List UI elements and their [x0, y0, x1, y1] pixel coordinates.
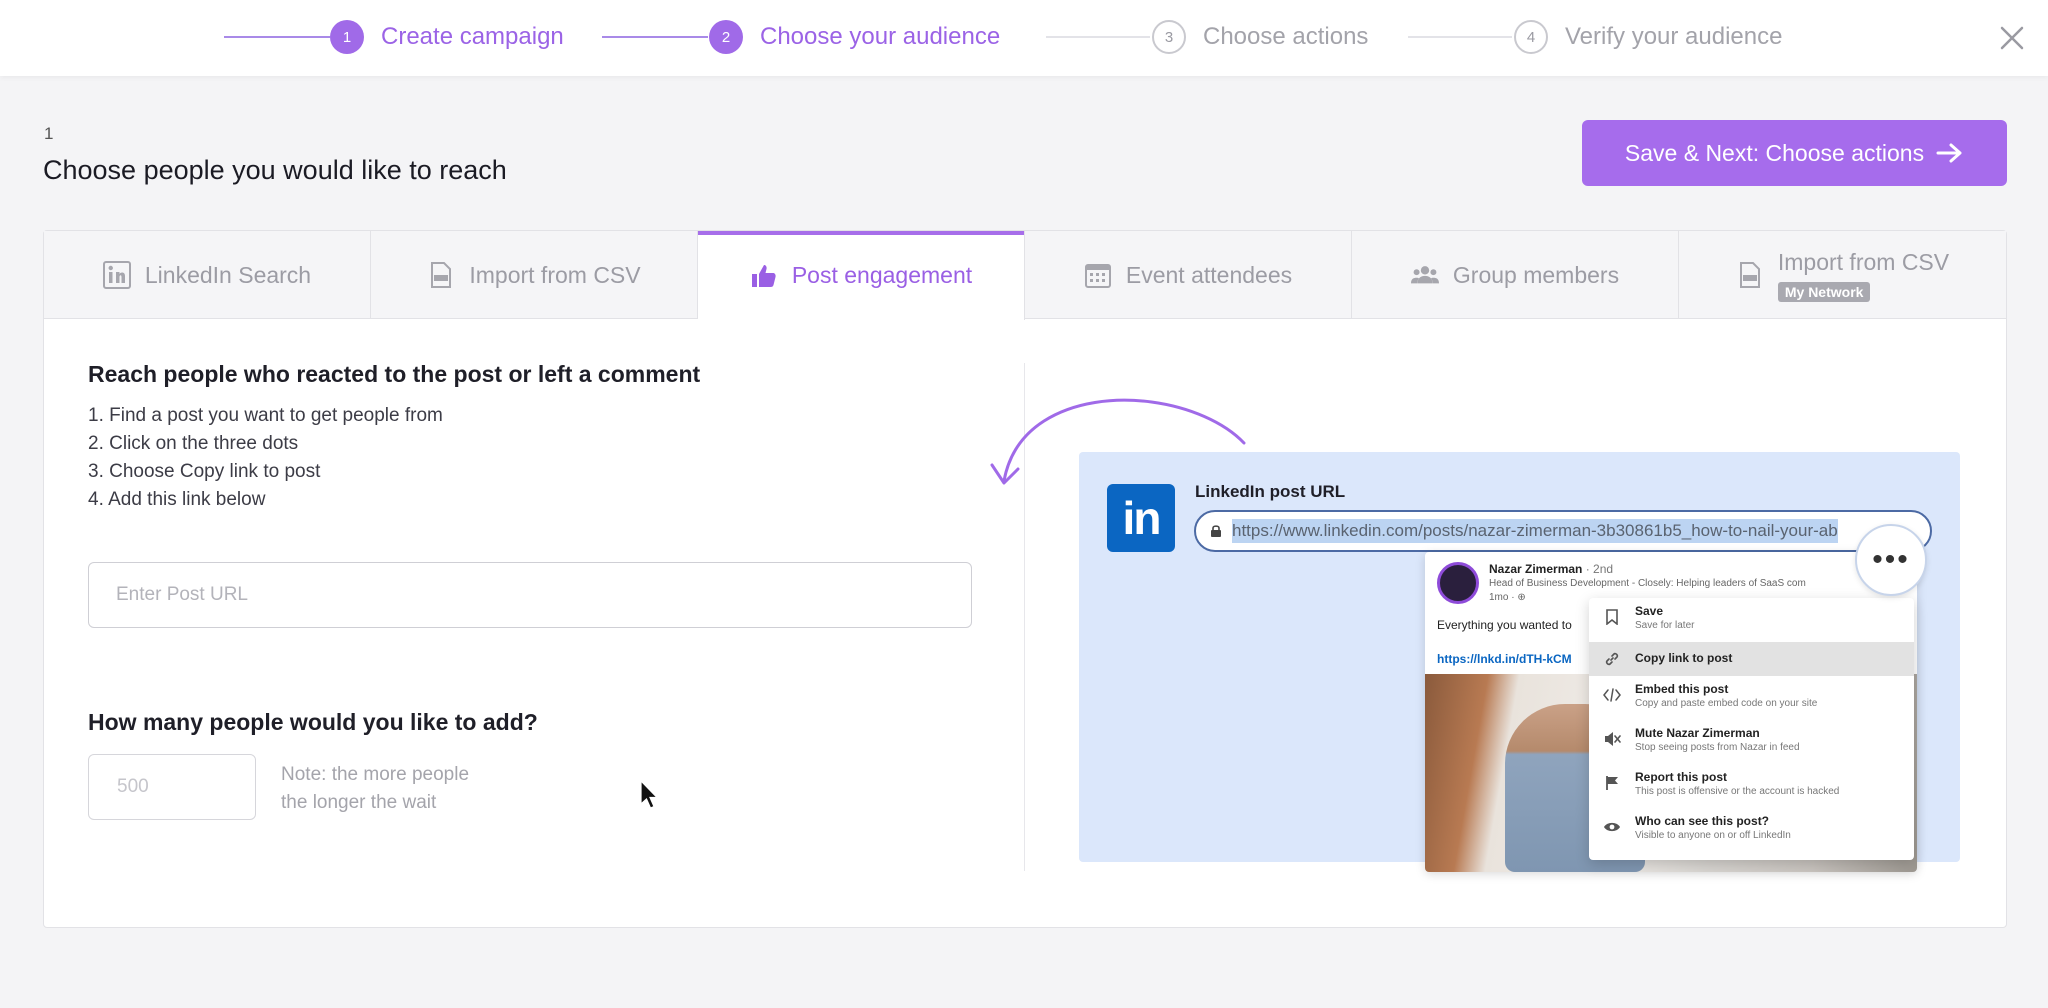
post-url-input[interactable] [88, 562, 972, 628]
menu-item-desc: Save for later [1635, 620, 1695, 631]
step-number: 3 [1152, 20, 1186, 54]
flag-icon [1603, 774, 1621, 792]
menu-item-embed: Embed this post Copy and paste embed cod… [1589, 676, 1914, 720]
post-author-headline: Head of Business Development - Closely: … [1489, 578, 1806, 589]
avatar [1437, 562, 1479, 604]
menu-item-title: Save [1635, 604, 1664, 618]
tab-label: Import from CSV [1777, 248, 1950, 275]
close-button[interactable] [1994, 20, 2030, 56]
bookmark-icon [1603, 608, 1621, 626]
mute-icon [1603, 730, 1621, 748]
post-link: https://lnkd.in/dTH-kCM [1437, 652, 1572, 666]
lock-icon [1211, 525, 1221, 537]
link-icon [1603, 650, 1621, 668]
menu-item-title: Mute Nazar Zimerman [1635, 726, 1760, 740]
arrow-right-icon [1936, 143, 1962, 163]
csv-file-icon [427, 261, 455, 289]
step-number: 2 [709, 20, 743, 54]
how-to-illustration: in LinkedIn post URL https://www.linkedi… [1079, 452, 1960, 872]
linkedin-url-label: LinkedIn post URL [1195, 482, 1346, 501]
menu-item-visibility: Who can see this post? Visible to anyone… [1589, 808, 1914, 852]
post-author: Nazar Zimerman · 2nd [1489, 562, 1613, 576]
linkedin-icon [102, 261, 131, 289]
menu-item-title: Embed this post [1635, 682, 1729, 696]
instruction-item: 4. Add this link below [88, 489, 266, 510]
tab-import-csv-my-network[interactable]: Import from CSV My Network [1679, 231, 2006, 319]
post-options-menu: Save Save for later Copy link to post Em… [1589, 598, 1914, 860]
tab-label: Import from CSV [469, 261, 641, 288]
tab-import-csv[interactable]: Import from CSV [371, 231, 698, 319]
people-count-title: How many people would you like to add? [88, 709, 538, 735]
wait-note: Note: the more people the longer the wai… [281, 761, 541, 817]
step-choose-actions[interactable]: 3 Choose actions [1152, 18, 1368, 56]
menu-item-title: Who can see this post? [1635, 814, 1770, 828]
menu-item-copy-link: Copy link to post [1589, 642, 1914, 676]
menu-item-desc: Copy and paste embed code on your site [1635, 698, 1818, 709]
tab-linkedin-search[interactable]: LinkedIn Search [44, 231, 371, 319]
three-dots-icon: ••• [1855, 524, 1927, 596]
example-url-bar: https://www.linkedin.com/posts/nazar-zim… [1194, 510, 1932, 552]
calendar-icon [1084, 261, 1112, 289]
menu-item-title: Report this post [1635, 770, 1727, 784]
post-engagement-instructions: Reach people who reacted to the post or … [88, 361, 988, 514]
step-create-campaign[interactable]: 1 Create campaign [330, 18, 564, 56]
thumbs-up-icon [750, 262, 778, 290]
step-connector [1046, 36, 1150, 38]
mouse-cursor-icon [640, 780, 659, 809]
instruction-item: 1. Find a post you want to get people fr… [88, 405, 443, 426]
save-next-label: Save & Next: Choose actions [1624, 139, 1925, 166]
menu-item-desc: Stop seeing posts from Nazar in feed [1635, 742, 1800, 753]
tab-label: Post engagement [791, 262, 973, 288]
tab-event-attendees[interactable]: Event attendees [1025, 231, 1352, 319]
tab-label: Group members [1452, 261, 1620, 288]
step-verify-audience[interactable]: 4 Verify your audience [1514, 18, 1782, 56]
menu-item-title: Copy link to post [1635, 651, 1733, 665]
linkedin-logo-icon: in [1107, 484, 1175, 552]
note-line: the longer the wait [281, 792, 437, 813]
instruction-item: 2. Click on the three dots [88, 433, 299, 454]
source-tabs: LinkedIn Search Import from CSV Post eng… [44, 231, 2006, 320]
tab-post-engagement[interactable]: Post engagement [698, 231, 1025, 320]
save-next-button[interactable]: Save & Next: Choose actions [1582, 120, 2007, 186]
menu-item-desc: This post is offensive or the account is… [1635, 786, 1840, 797]
menu-item-mute: Mute Nazar Zimerman Stop seeing posts fr… [1589, 720, 1914, 764]
instruction-item: 3. Choose Copy link to post [88, 461, 321, 482]
tab-group-members[interactable]: Group members [1352, 231, 1679, 319]
section-number: 1 [44, 124, 54, 143]
step-connector [1408, 36, 1512, 38]
step-label: Create campaign [381, 23, 564, 50]
csv-file-icon [1736, 261, 1764, 289]
step-label: Choose your audience [760, 23, 1001, 50]
example-url-text: https://www.linkedin.com/posts/nazar-zim… [1232, 519, 1838, 543]
post-text: Everything you wanted to [1437, 618, 1572, 632]
step-choose-audience[interactable]: 2 Choose your audience [709, 18, 1000, 56]
step-connector [602, 36, 708, 38]
tab-label: Event attendees [1125, 261, 1293, 288]
connection-degree: · 2nd [1585, 562, 1614, 576]
tab-label-stack: Import from CSV My Network [1777, 248, 1950, 302]
step-number: 4 [1514, 20, 1548, 54]
group-icon [1410, 261, 1439, 289]
menu-item-save: Save Save for later [1589, 598, 1914, 642]
step-connector [224, 36, 330, 38]
reach-title: Reach people who reacted to the post or … [88, 361, 701, 387]
close-icon [2000, 26, 2024, 50]
instruction-list: 1. Find a post you want to get people fr… [88, 402, 988, 514]
step-number: 1 [330, 20, 364, 54]
post-time: 1mo · ⊕ [1489, 592, 1526, 603]
my-network-badge: My Network [1777, 281, 1871, 302]
author-name: Nazar Zimerman [1489, 562, 1583, 576]
menu-item-report: Report this post This post is offensive … [1589, 764, 1914, 808]
page-title: Choose people you would like to reach [43, 155, 507, 185]
eye-icon [1603, 818, 1621, 836]
campaign-stepper: 1 Create campaign 2 Choose your audience… [0, 0, 2048, 76]
step-label: Verify your audience [1565, 23, 1783, 50]
audience-source-card: LinkedIn Search Import from CSV Post eng… [43, 230, 2007, 928]
tab-label: LinkedIn Search [144, 261, 312, 288]
note-line: Note: the more people [281, 764, 470, 785]
menu-item-desc: Visible to anyone on or off LinkedIn [1635, 830, 1791, 841]
step-label: Choose actions [1203, 23, 1369, 50]
people-count-input[interactable] [88, 754, 256, 820]
code-icon [1603, 686, 1621, 704]
